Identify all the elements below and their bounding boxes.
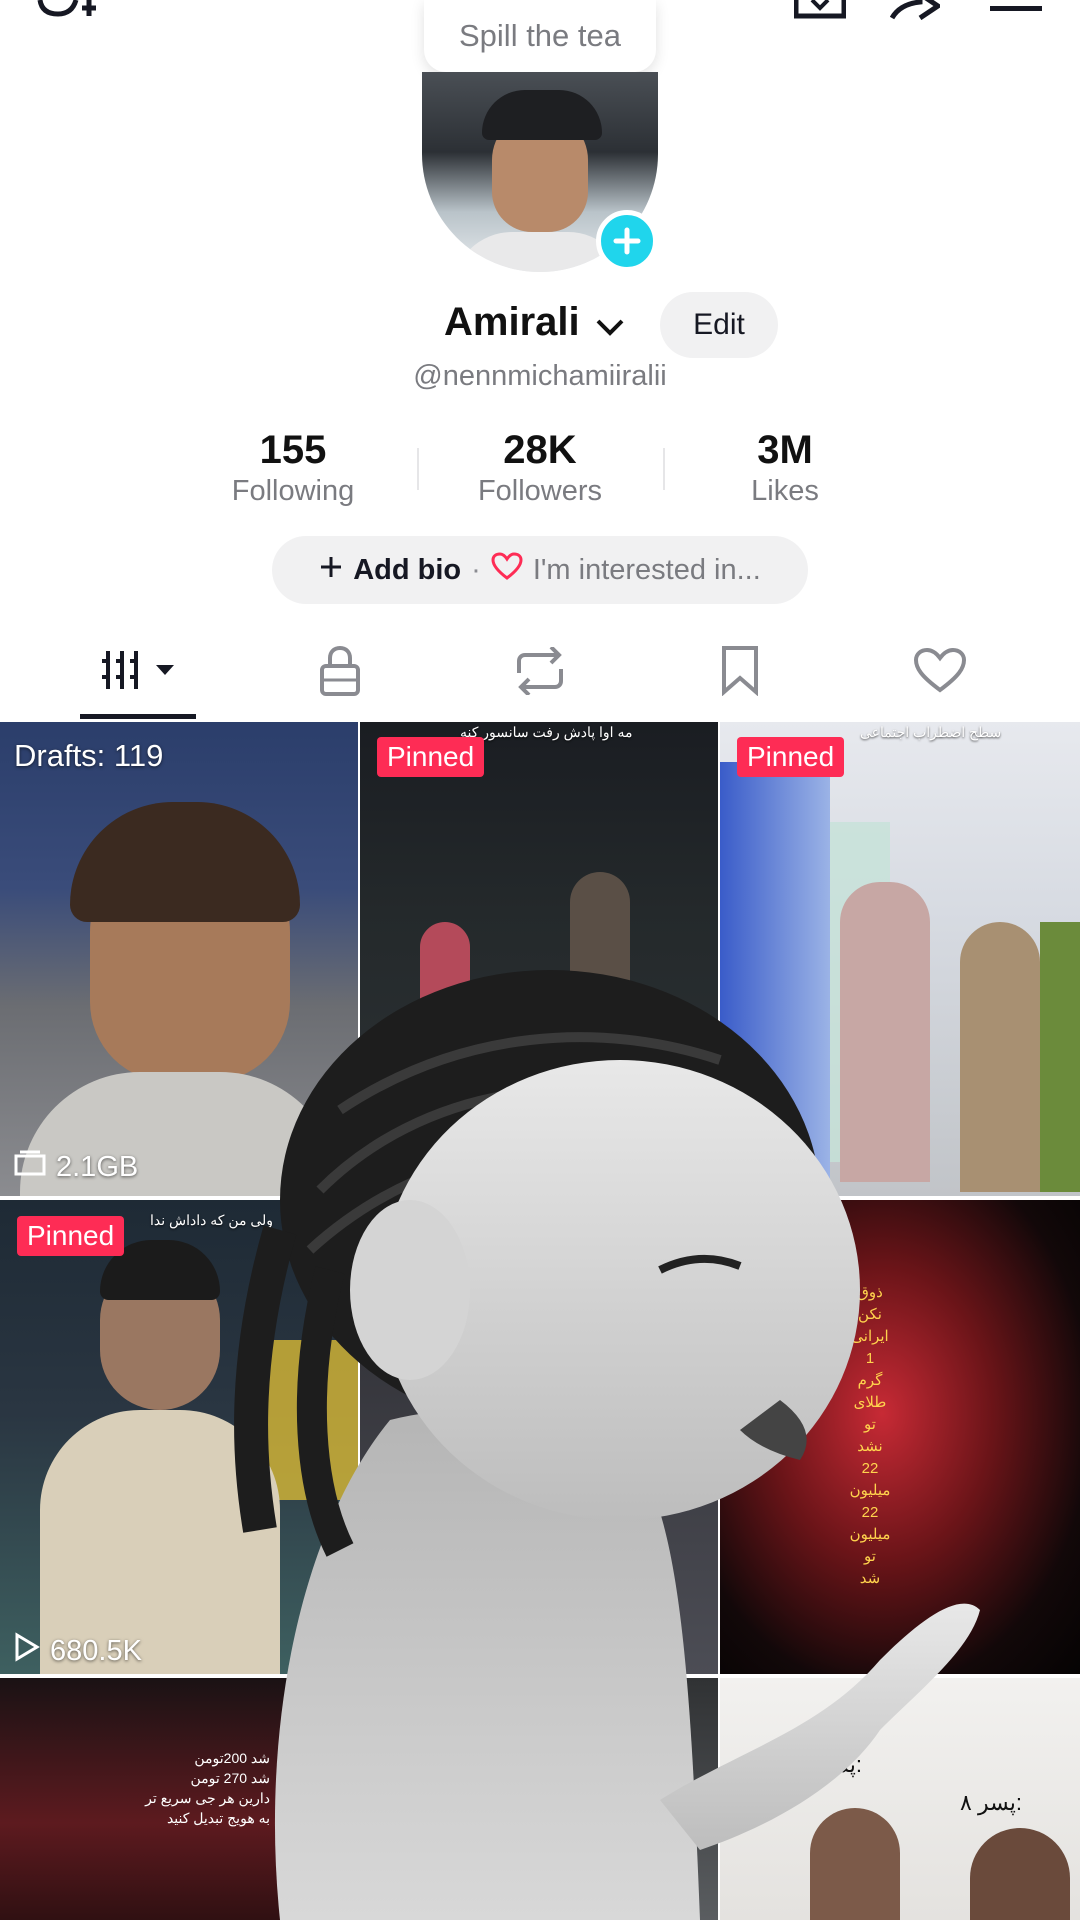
heart-icon [491,552,523,588]
stat-divider [417,448,419,490]
lock-icon [318,645,362,701]
play-icon [14,1632,40,1670]
profile-name-switcher[interactable]: Amirali [444,300,625,347]
repost-icon [513,645,567,700]
following-count: 155 [259,428,327,472]
profile-tabs [0,640,1080,720]
baby-sticker-overlay [220,970,990,1920]
followers-label: Followers [477,475,603,507]
tab-reposts[interactable] [480,640,600,706]
hamburger-menu-icon[interactable] [990,0,1042,14]
edit-profile-button[interactable]: Edit [660,292,778,358]
folder-icon [14,1150,46,1184]
drafts-size-label: 2.1GB [56,1150,139,1183]
likes-count: 3M [757,428,813,472]
bookmark-icon [720,645,760,701]
plus-icon [319,554,343,587]
share-icon[interactable] [889,0,943,21]
username-handle: @nennmichamiiralii [413,360,667,392]
following-stat[interactable]: 155 Following [193,428,393,508]
likes-stat[interactable]: 3M Likes [685,428,885,508]
tab-videos[interactable] [78,640,198,706]
tab-favorites[interactable] [680,640,800,706]
bio-separator: · [471,553,481,586]
video-caption: سطح اضطراب اجتماعی [860,724,1002,740]
active-tab-indicator [80,714,196,719]
view-count-label: 680.5K [50,1634,142,1667]
drafts-count: Drafts: 119 [14,738,164,773]
add-bio-button[interactable]: Add bio · I'm interested in... [272,536,808,604]
spill-the-tea-tooltip[interactable]: Spill the tea [424,0,656,82]
following-label: Following [231,475,355,507]
studio-icon[interactable] [793,0,847,20]
profile-name: Amirali [444,300,580,344]
interests-label: I'm interested in... [532,553,761,586]
add-bio-label: Add bio [353,553,462,586]
tab-private[interactable] [280,640,400,706]
likes-label: Likes [751,475,819,507]
tab-liked[interactable] [880,640,1000,706]
edit-label: Edit [693,308,745,341]
followers-count: 28K [503,428,577,472]
followers-stat[interactable]: 28K Followers [440,428,640,508]
add-friend-icon[interactable] [36,0,96,22]
add-story-plus-icon[interactable] [596,210,658,272]
pinned-badge: Pinned [737,737,845,777]
drafts-size: 2.1GB [14,1150,138,1184]
pinned-badge: Pinned [377,737,485,777]
chevron-down-icon [595,302,625,347]
view-count: 680.5K [14,1632,142,1670]
pinned-badge: Pinned [17,1216,125,1256]
tooltip-text: Spill the tea [459,18,621,53]
heart-icon [913,647,967,699]
grid-videos-icon [100,649,176,698]
stat-divider [663,448,665,490]
video-caption: مه اوا پادش رفت سانسور کنه [460,724,633,740]
